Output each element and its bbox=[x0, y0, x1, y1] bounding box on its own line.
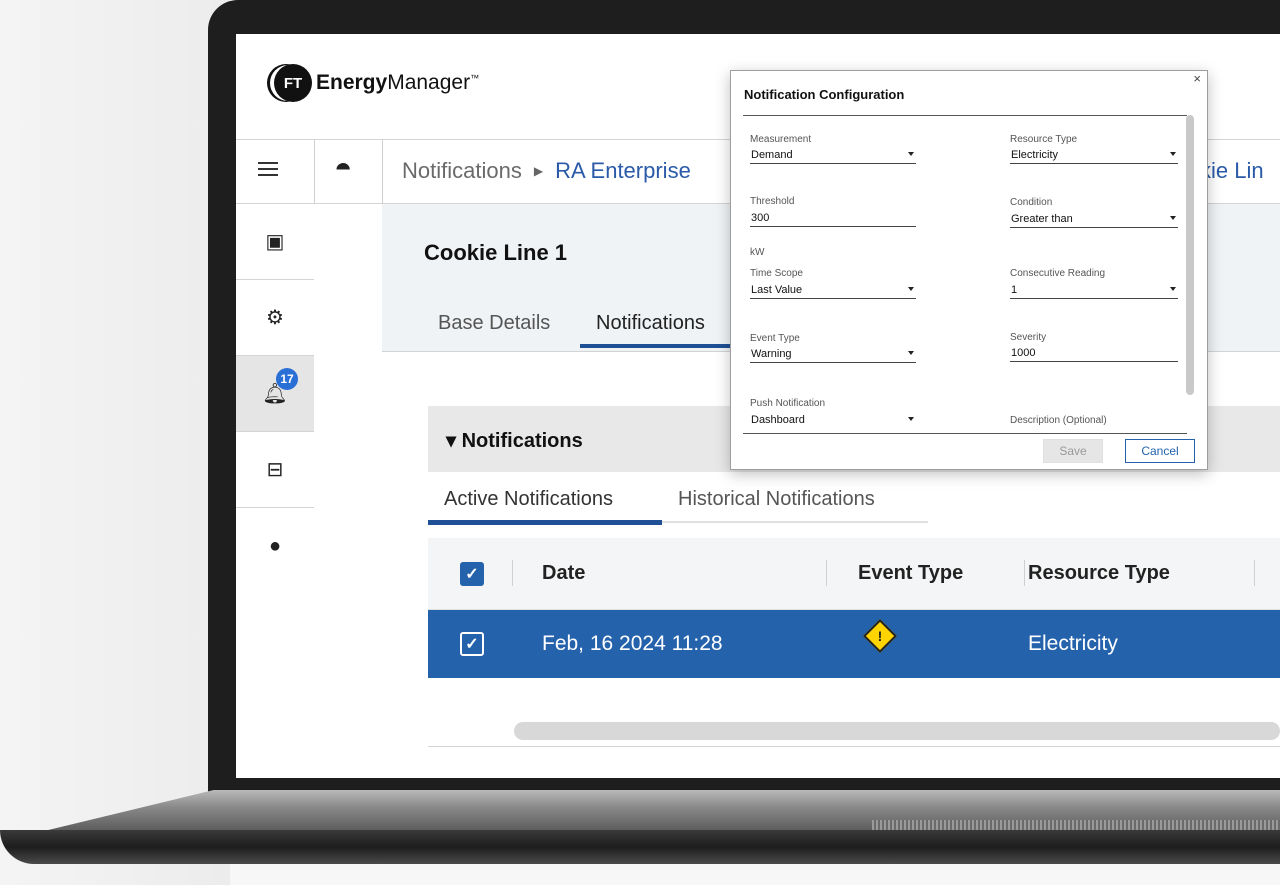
unit-label: kW bbox=[750, 247, 765, 258]
column-separator bbox=[826, 560, 827, 586]
resource-type-label: Resource Type bbox=[1010, 134, 1078, 145]
close-icon[interactable]: × bbox=[1193, 71, 1201, 86]
gear-icon: ⚙ bbox=[266, 307, 284, 329]
nav-notifications[interactable]: 🔔︎ 17 bbox=[236, 356, 314, 432]
tab-active-notifications[interactable]: Active Notifications bbox=[444, 488, 613, 511]
chevron-down-icon bbox=[1170, 152, 1176, 156]
notification-badge: 17 bbox=[276, 368, 298, 390]
dialog-scrollbar[interactable] bbox=[1186, 115, 1194, 395]
event-type-select[interactable]: Warning bbox=[750, 348, 916, 363]
column-separator bbox=[512, 560, 513, 586]
active-subtab-indicator bbox=[428, 520, 662, 525]
chevron-down-icon bbox=[908, 287, 914, 291]
caret-down-icon: ▾ bbox=[446, 430, 462, 452]
hamburger-menu-icon[interactable] bbox=[258, 158, 278, 180]
cancel-button[interactable]: Cancel bbox=[1125, 439, 1195, 463]
breadcrumb-ra-enterprise[interactable]: RA Enterprise bbox=[555, 158, 691, 183]
nav-settings[interactable]: ⚙ bbox=[236, 280, 314, 356]
select-all-checkbox[interactable]: ✓ bbox=[460, 562, 484, 586]
app-logo: FT EnergyManager™ bbox=[274, 64, 479, 102]
event-type-label: Event Type bbox=[750, 333, 800, 344]
chevron-down-icon bbox=[908, 417, 914, 421]
ft-icon: ● bbox=[268, 534, 282, 557]
severity-input[interactable]: 1000 bbox=[1010, 347, 1178, 362]
description-label: Description (Optional) bbox=[1010, 415, 1107, 426]
consecutive-reading-label: Consecutive Reading bbox=[1010, 268, 1106, 279]
nav-dashboard[interactable]: ▣ bbox=[236, 204, 314, 280]
chevron-right-icon: ▶ bbox=[533, 164, 544, 178]
product-name: EnergyManager™ bbox=[316, 71, 480, 94]
threshold-input[interactable]: 300 bbox=[750, 212, 916, 227]
dialog-title: Notification Configuration bbox=[744, 87, 905, 102]
breadcrumb-notifications[interactable]: Notifications bbox=[402, 158, 522, 183]
chevron-down-icon bbox=[1170, 216, 1176, 220]
page-title: Cookie Line 1 bbox=[424, 240, 568, 265]
column-header-resource-type[interactable]: Resource Type bbox=[1028, 562, 1170, 585]
chevron-down-icon bbox=[908, 351, 914, 355]
breadcrumb: Notifications ▶ RA Enterprise bbox=[402, 158, 691, 184]
threshold-label: Threshold bbox=[750, 196, 795, 207]
column-header-date[interactable]: Date bbox=[542, 562, 585, 585]
cell-resource-type: Electricity bbox=[1028, 632, 1118, 655]
horizontal-scrollbar[interactable] bbox=[514, 722, 1280, 740]
chevron-down-icon bbox=[1170, 287, 1176, 291]
column-header-event-type[interactable]: Event Type bbox=[858, 562, 963, 585]
dashboard-icon: ▣ bbox=[265, 231, 285, 253]
push-notification-select[interactable]: Dashboard bbox=[750, 414, 916, 429]
ft-logo-icon: FT bbox=[274, 64, 312, 102]
tab-historical-notifications[interactable]: Historical Notifications bbox=[678, 488, 875, 511]
cell-date: Feb, 16 2024 11:28 bbox=[542, 632, 723, 655]
notification-configuration-dialog: Notification Configuration × Measurement… bbox=[730, 70, 1208, 470]
background bbox=[0, 0, 230, 885]
breadcrumb-current[interactable]: kie Lin bbox=[1200, 158, 1264, 184]
nav-ft-hub[interactable]: ● bbox=[236, 508, 314, 584]
save-button[interactable]: Save bbox=[1043, 439, 1103, 463]
table-bottom-rule bbox=[428, 746, 1280, 747]
warning-icon: ! bbox=[863, 619, 897, 653]
measurement-label: Measurement bbox=[750, 134, 812, 145]
hierarchy-icon[interactable]: ⯊ bbox=[336, 160, 350, 181]
condition-select[interactable]: Greater than bbox=[1010, 213, 1178, 228]
left-nav: ▣ ⚙ 🔔︎ 17 ⊟ ● bbox=[236, 204, 316, 778]
severity-label: Severity bbox=[1010, 332, 1047, 343]
active-tab-indicator bbox=[580, 344, 730, 348]
condition-label: Condition bbox=[1010, 197, 1053, 208]
tab-notifications[interactable]: Notifications bbox=[596, 312, 705, 335]
time-scope-select[interactable]: Last Value bbox=[750, 284, 916, 299]
push-notification-label: Push Notification bbox=[750, 398, 826, 409]
consecutive-reading-select[interactable]: 1 bbox=[1010, 284, 1178, 299]
table-header: ✓ Date Event Type Resource Type bbox=[428, 538, 1280, 610]
tab-base-details[interactable]: Base Details bbox=[438, 312, 550, 335]
column-separator bbox=[1254, 560, 1255, 586]
column-separator bbox=[1024, 560, 1025, 586]
billing-icon: ⊟ bbox=[266, 459, 284, 481]
row-checkbox[interactable]: ✓ bbox=[460, 632, 484, 656]
resource-type-select[interactable]: Electricity bbox=[1010, 149, 1178, 164]
laptop-base bbox=[0, 790, 1280, 885]
chevron-down-icon bbox=[908, 152, 914, 156]
measurement-select[interactable]: Demand bbox=[750, 149, 916, 164]
table-row[interactable]: ✓ Feb, 16 2024 11:28 ! Electricity bbox=[428, 610, 1280, 678]
time-scope-label: Time Scope bbox=[750, 268, 803, 279]
nav-billing[interactable]: ⊟ bbox=[236, 432, 314, 508]
